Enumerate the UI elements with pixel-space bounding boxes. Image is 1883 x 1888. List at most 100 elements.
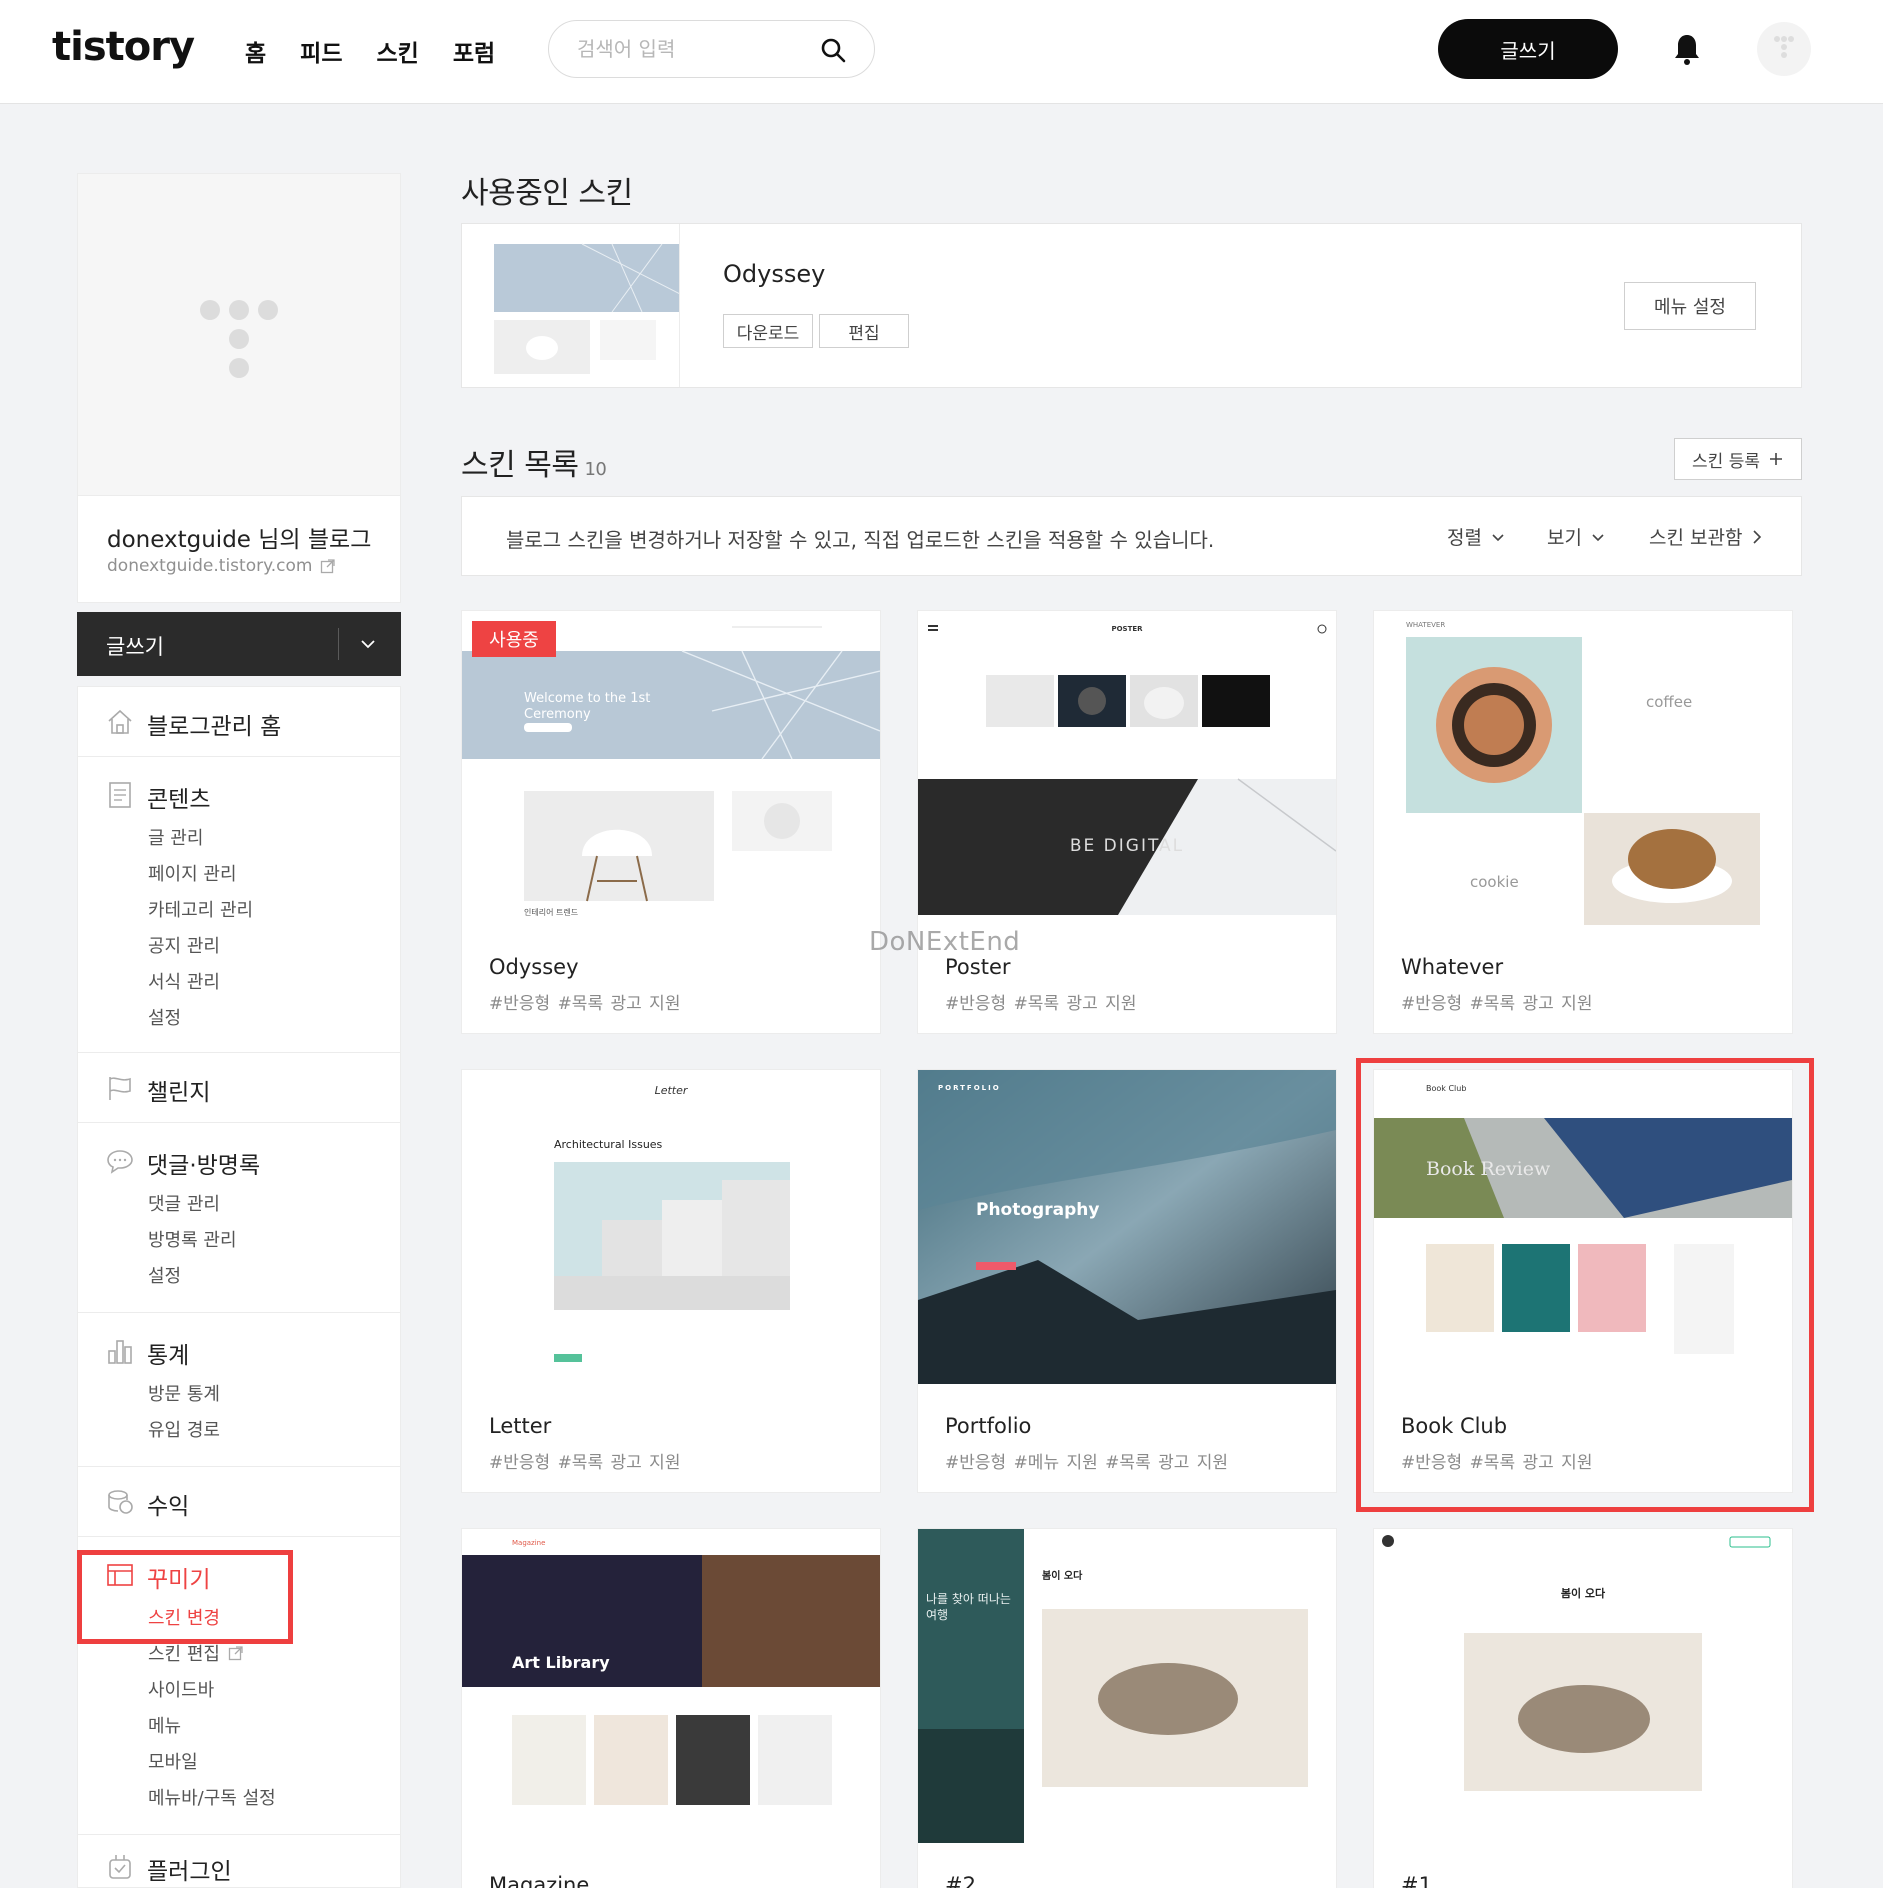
current-skin-thumbnail[interactable] <box>462 224 680 387</box>
sidebar-write-label: 글쓰기 <box>106 635 164 659</box>
search-input[interactable] <box>577 35 807 63</box>
nav-skin[interactable]: 스킨 <box>377 34 419 68</box>
register-skin-label: 스킨 등록 <box>1692 451 1760 472</box>
sidebar-write-button[interactable]: 글쓰기 <box>77 612 401 676</box>
poster-thumb-brand: POSTER <box>1111 625 1143 633</box>
divider <box>338 628 339 660</box>
search-box <box>548 20 875 78</box>
skin-tags: #반응형 #목록 광고 지원 <box>489 994 681 1014</box>
blog-url-text: donextguide.tistory.com <box>107 556 313 576</box>
home-icon <box>108 709 132 734</box>
chevron-down-icon <box>1592 533 1604 541</box>
skin-card-whatever[interactable]: WHATEVER coffee cookie Whatever #반응형 #목록… <box>1373 610 1793 1034</box>
menu-title-stats[interactable]: 통계 <box>147 1336 189 1370</box>
watermark-text: DoNExtEnd <box>869 927 1021 957</box>
comment-icon <box>107 1150 133 1174</box>
chevron-down-icon[interactable] <box>358 634 378 654</box>
skin-storage-link[interactable]: 스킨 보관함 <box>1649 523 1764 550</box>
menu-item-pages[interactable]: 페이지 관리 <box>148 860 237 886</box>
menu-title-revenue[interactable]: 수익 <box>147 1487 189 1521</box>
menu-item-mobile[interactable]: 모바일 <box>148 1748 198 1774</box>
download-button[interactable]: 다운로드 <box>723 314 813 348</box>
odyssey-thumb-caption: 인테리어 트렌드 <box>524 908 579 917</box>
menu-item-menu[interactable]: 메뉴 <box>148 1712 181 1738</box>
view-dropdown[interactable]: 보기 <box>1547 523 1606 550</box>
plus-icon <box>1769 453 1782 465</box>
sort-dropdown[interactable]: 정렬 <box>1447 523 1506 550</box>
skin-1-thumb-title: 봄이 오다 <box>1560 1587 1606 1600</box>
menu-item-visit-stats[interactable]: 방문 통계 <box>148 1380 220 1406</box>
skin-name: #1 <box>1401 1873 1432 1888</box>
skin-tags: #반응형 #목록 광고 지원 <box>945 994 1137 1014</box>
register-skin-button[interactable]: 스킨 등록 <box>1674 438 1802 480</box>
menu-title-contents[interactable]: 콘텐츠 <box>147 780 210 814</box>
menu-item-templates[interactable]: 서식 관리 <box>148 968 220 994</box>
menu-group-revenue: 수익 <box>78 1467 400 1537</box>
skin-tags: #반응형 #목록 광고 지원 <box>489 1453 681 1473</box>
menu-item-posts[interactable]: 글 관리 <box>148 824 203 850</box>
write-button[interactable]: 글쓰기 <box>1438 19 1618 79</box>
blog-url[interactable]: donextguide.tistory.com <box>107 556 336 576</box>
menu-group-contents: 콘텐츠 글 관리 페이지 관리 카테고리 관리 공지 관리 서식 관리 설정 <box>78 757 400 1053</box>
blog-profile-card: donextguide 님의 블로그 donextguide.tistory.c… <box>77 173 401 603</box>
blog-profile-image[interactable] <box>78 174 400 496</box>
skin-2-thumb-title: 봄이 오다 <box>1042 1571 1083 1582</box>
tistory-logo[interactable]: tistory <box>52 24 195 70</box>
highlight-box-book-club <box>1356 1058 1814 1512</box>
menu-item-menubar-subscribe[interactable]: 메뉴바/구독 설정 <box>148 1784 276 1810</box>
menu-title-plugins[interactable]: 플러그인 <box>147 1852 232 1886</box>
blog-name[interactable]: donextguide 님의 블로그 <box>107 520 371 554</box>
sort-label: 정렬 <box>1447 527 1482 549</box>
flag-icon <box>109 1077 131 1100</box>
menu-item-guestbook-manage[interactable]: 방명록 관리 <box>148 1226 237 1252</box>
chart-icon <box>108 1340 132 1364</box>
menu-item-comment-settings[interactable]: 설정 <box>148 1262 181 1288</box>
menu-group-challenge: 챌린지 <box>78 1053 400 1123</box>
skin-card-1[interactable]: 봄이 오다 #1 <box>1373 1528 1793 1888</box>
main-nav: 홈 피드 스킨 포럼 <box>245 34 495 68</box>
menu-group-stats: 통계 방문 통계 유입 경로 <box>78 1313 400 1467</box>
menu-item-referrers[interactable]: 유입 경로 <box>148 1416 220 1442</box>
menu-title-comments[interactable]: 댓글·방명록 <box>147 1146 260 1180</box>
search-icon[interactable] <box>820 37 846 63</box>
odyssey-thumb-heading: Welcome to the 1st Ceremony <box>524 691 651 722</box>
user-avatar[interactable] <box>1757 22 1811 76</box>
skin-list-title-text: 스킨 목록 <box>461 448 579 483</box>
menu-item-notices[interactable]: 공지 관리 <box>148 932 220 958</box>
skin-thumbnail: 봄이 오다 <box>1374 1529 1792 1843</box>
menu-item-categories[interactable]: 카테고리 관리 <box>148 896 253 922</box>
nav-feed[interactable]: 피드 <box>300 34 342 68</box>
skin-2-thumb-side: 나를 찾아 떠나는 여행 <box>926 1592 1011 1622</box>
skin-card-odyssey[interactable]: 사용중 Welcome to the 1st Ceremony 인테리어 트렌드… <box>461 610 881 1034</box>
poster-preview <box>918 611 1336 925</box>
menu-item-content-settings[interactable]: 설정 <box>148 1004 181 1030</box>
notification-bell-icon[interactable] <box>1672 32 1702 66</box>
document-icon <box>109 782 131 808</box>
skin-card-poster[interactable]: POSTER BE DIGITAL Poster #반응형 #목록 광고 지원 <box>917 610 1337 1034</box>
nav-home[interactable]: 홈 <box>245 34 266 68</box>
menu-title-home[interactable]: 블로그관리 홈 <box>147 707 281 741</box>
skin-info-bar: 블로그 스킨을 변경하거나 저장할 수 있고, 직접 업로드한 스킨을 적용할 … <box>461 496 1802 576</box>
menu-item-comment-manage[interactable]: 댓글 관리 <box>148 1190 220 1216</box>
skin-name: Letter <box>489 1414 552 1438</box>
coins-icon <box>108 1490 133 1514</box>
skin-card-portfolio[interactable]: PORTFOLIO Photography Portfolio #반응형 #메뉴… <box>917 1069 1337 1493</box>
edit-button[interactable]: 편집 <box>819 314 909 348</box>
skin-card-2[interactable]: 나를 찾아 떠나는 여행 봄이 오다 #2 <box>917 1528 1337 1888</box>
skin-card-magazine[interactable]: Magazine Art Library Magazine <box>461 1528 881 1888</box>
portfolio-preview <box>918 1070 1336 1384</box>
skin-tags: #반응형 #목록 광고 지원 <box>1401 994 1593 1014</box>
menu-item-sidebar[interactable]: 사이드바 <box>148 1676 214 1702</box>
skin-name: Magazine <box>489 1873 590 1888</box>
skin-card-letter[interactable]: Letter Architectural Issues Letter #반응형 … <box>461 1069 881 1493</box>
skin-storage-label: 스킨 보관함 <box>1649 527 1743 549</box>
skin-name: Portfolio <box>945 1414 1032 1438</box>
skin-thumbnail: Magazine Art Library <box>462 1529 880 1843</box>
menu-setting-button[interactable]: 메뉴 설정 <box>1624 282 1756 330</box>
menu-group-plugins: 플러그인 <box>78 1835 400 1888</box>
skin-2-preview <box>918 1529 1336 1843</box>
menu-title-challenge[interactable]: 챌린지 <box>147 1073 210 1107</box>
nav-forum[interactable]: 포럼 <box>453 34 495 68</box>
current-skin-title: 사용중인 스킨 <box>461 176 633 211</box>
skin-name: Poster <box>945 955 1011 979</box>
